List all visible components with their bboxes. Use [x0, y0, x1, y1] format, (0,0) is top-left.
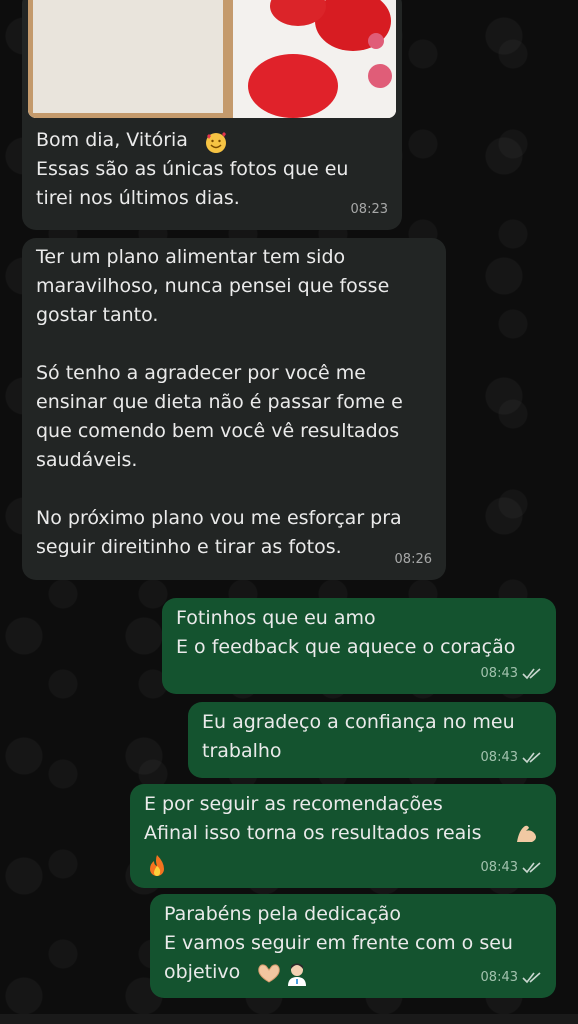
message-bubble-incoming[interactable]: Bom dia, Vitória Essas são as únicas fot…	[22, 0, 402, 230]
message-text: Parabéns pela dedicação E vamos seguir e…	[164, 903, 513, 983]
woman-health-worker-icon	[286, 962, 308, 995]
message-text: Ter um plano alimentar tem sido maravilh…	[36, 246, 403, 558]
message-text: Fotinhos que eu amo E o feedback que aqu…	[176, 607, 516, 658]
message-bubble-outgoing[interactable]: Fotinhos que eu amo E o feedback que aqu…	[162, 598, 556, 694]
message-time: 08:43	[480, 970, 518, 985]
photo-thumbnail-image	[28, 0, 396, 118]
message-text: Bom dia, Vitória Essas são as únicas fot…	[36, 129, 349, 209]
read-receipt-icon	[522, 667, 541, 679]
message-time: 08:43	[480, 750, 518, 765]
message-time: 08:23	[350, 202, 388, 217]
message-meta: 08:26	[395, 545, 432, 574]
message-bubble-outgoing[interactable]: Eu agradeço a confiança no meu trabalho …	[188, 702, 556, 778]
message-time: 08:26	[394, 552, 432, 567]
message-text: Eu agradeço a confiança no meu trabalho	[202, 711, 515, 762]
input-bar-edge	[0, 1014, 578, 1024]
read-receipt-icon	[522, 751, 541, 763]
message-bubble-outgoing[interactable]: E por seguir as recomendações Afinal iss…	[130, 784, 556, 888]
heart-hands-icon	[256, 962, 282, 993]
message-meta: 08:43	[481, 743, 542, 772]
message-meta: 08:23	[351, 195, 388, 224]
message-time: 08:43	[480, 666, 518, 681]
message-meta: 08:43	[481, 963, 542, 992]
read-receipt-icon	[522, 861, 541, 873]
message-time: 08:43	[480, 860, 518, 875]
flexed-biceps-icon	[514, 822, 540, 855]
photo-attachment[interactable]	[28, 0, 396, 118]
message-meta: 08:43	[481, 853, 542, 882]
message-bubble-outgoing[interactable]: Parabéns pela dedicação E vamos seguir e…	[150, 894, 556, 998]
smiling-face-with-hearts-icon	[204, 131, 228, 164]
message-bubble-incoming[interactable]: Ter um plano alimentar tem sido maravilh…	[22, 238, 446, 580]
read-receipt-icon	[522, 971, 541, 983]
message-meta: 08:43	[481, 659, 542, 688]
message-text: E por seguir as recomendações Afinal iss…	[144, 793, 482, 844]
fire-icon	[146, 854, 168, 887]
